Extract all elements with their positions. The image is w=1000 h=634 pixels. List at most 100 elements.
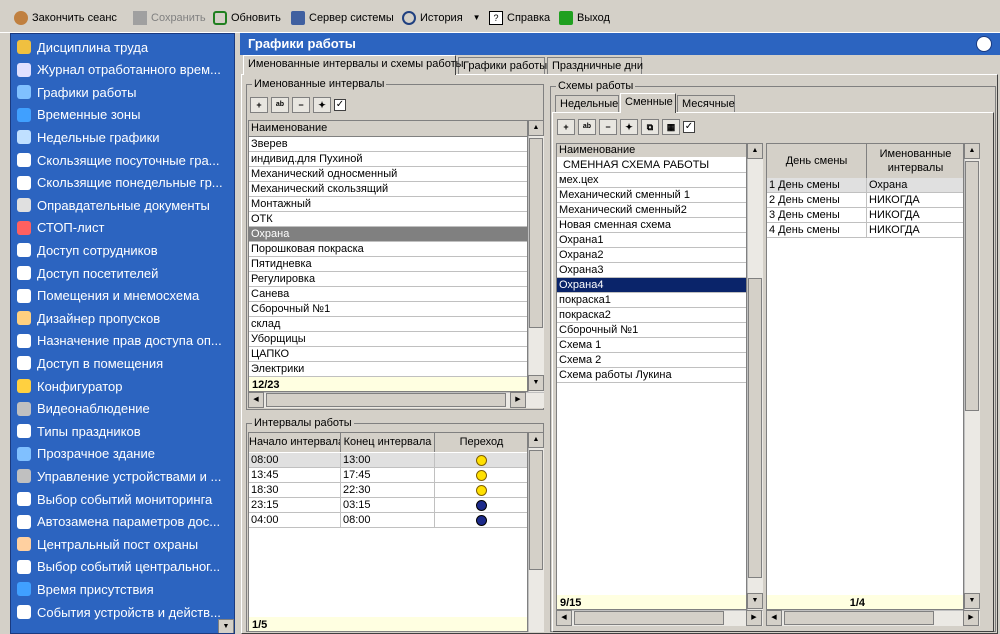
copy-icon[interactable]: ⧉	[641, 119, 659, 135]
delete-icon[interactable]: −	[599, 119, 617, 135]
refresh-button[interactable]: Обновить	[213, 10, 281, 26]
table-row[interactable]: Новая сменная схема	[557, 218, 746, 233]
sidebar-item[interactable]: Типы праздников	[17, 421, 231, 441]
scroll-thumb[interactable]	[529, 138, 543, 328]
named-intervals-vscroll[interactable]: ▲ ▼	[528, 120, 544, 392]
schedule-icon[interactable]: ▦	[662, 119, 680, 135]
sidebar-item[interactable]: Прозрачное здание	[17, 444, 231, 464]
scroll-left-icon[interactable]: ◀	[556, 610, 572, 626]
table-row[interactable]: Порошковая покраска	[249, 242, 527, 257]
table-row[interactable]: 2 День смены НИКОГДА	[767, 193, 963, 208]
sidebar-scroll-down[interactable]: ▼	[218, 619, 234, 633]
sidebar-item[interactable]: Выбор событий центральног...	[17, 557, 231, 577]
sidebar-item[interactable]: Выбор событий мониторинга	[17, 489, 231, 509]
tab-named-intervals[interactable]: Именованные интервалы и схемы работы	[243, 55, 464, 75]
table-row[interactable]: 13:45 17:45	[249, 468, 527, 483]
scroll-thumb[interactable]	[748, 278, 762, 578]
table-row[interactable]: ЦАПКО	[249, 347, 527, 362]
sidebar-item[interactable]: Конфигуратор	[17, 376, 231, 396]
table-row[interactable]: Механический сменный 1	[557, 188, 746, 203]
rename-icon[interactable]: ab	[578, 119, 596, 135]
table-row[interactable]: 1 День смены Охрана	[767, 178, 963, 193]
scroll-right-icon[interactable]: ▶	[963, 610, 979, 626]
scroll-down-icon[interactable]: ▼	[964, 593, 980, 609]
scroll-down-icon[interactable]: ▼	[747, 593, 763, 609]
shift-days-vscroll[interactable]: ▲ ▼	[964, 143, 980, 610]
table-row[interactable]: Механический скользящий	[249, 182, 527, 197]
add-icon[interactable]: +	[250, 97, 268, 113]
table-row[interactable]: Монтажный	[249, 197, 527, 212]
hscroll-thumb[interactable]	[574, 611, 724, 625]
tab-work-schedules[interactable]: Графики работы	[458, 57, 547, 75]
table-row[interactable]: Схема 2	[557, 353, 746, 368]
add-icon[interactable]: +	[557, 119, 575, 135]
table-row[interactable]: покраска2	[557, 308, 746, 323]
subtab-monthly[interactable]: Месячные	[677, 95, 735, 113]
scroll-up-icon[interactable]: ▲	[964, 143, 980, 159]
table-row[interactable]: Механический односменный	[249, 167, 527, 182]
sidebar-item[interactable]: Центральный пост охраны	[17, 534, 231, 554]
table-row[interactable]: Санева	[249, 287, 527, 302]
table-row[interactable]: склад	[249, 317, 527, 332]
exit-button[interactable]: Выход	[559, 10, 610, 26]
schemes-vscroll[interactable]: ▲ ▼	[747, 143, 763, 610]
subtab-shift[interactable]: Сменные	[620, 93, 676, 113]
work-intervals-vscroll[interactable]: ▲	[528, 432, 544, 632]
table-row[interactable]: Охрана3	[557, 263, 746, 278]
table-row[interactable]: 04:00 08:00	[249, 513, 527, 528]
scroll-up-icon[interactable]: ▲	[747, 143, 763, 159]
table-row[interactable]: Регулировка	[249, 272, 527, 287]
sidebar-item[interactable]: Доступ в помещения	[17, 353, 231, 373]
table-row[interactable]: 4 День смены НИКОГДА	[767, 223, 963, 238]
sidebar-item[interactable]: Дизайнер пропусков	[17, 308, 231, 328]
hscroll-thumb[interactable]	[784, 611, 934, 625]
table-row[interactable]: 23:15 03:15	[249, 498, 527, 513]
scroll-thumb[interactable]	[965, 161, 979, 411]
scroll-up-icon[interactable]: ▲	[528, 120, 544, 136]
rename-icon[interactable]: ab	[271, 97, 289, 113]
named-intervals-hscroll[interactable]: ◀ ▶	[248, 392, 544, 408]
save-button[interactable]: Сохранить	[133, 10, 206, 26]
sidebar-item[interactable]: Временные зоны	[17, 105, 231, 125]
sidebar-item[interactable]: Управление устройствами и ...	[17, 466, 231, 486]
table-row[interactable]: индивид.для Пухиной	[249, 152, 527, 167]
table-row[interactable]: Сборочный №1	[249, 302, 527, 317]
table-row[interactable]: мех.цех	[557, 173, 746, 188]
sidebar-item[interactable]: Назначение прав доступа оп...	[17, 331, 231, 351]
filter-checkbox[interactable]: ✓	[334, 99, 346, 111]
table-row[interactable]: Пятидневка	[249, 257, 527, 272]
sidebar-item[interactable]: Видеонаблюдение	[17, 399, 231, 419]
table-row[interactable]: Зверев	[249, 137, 527, 152]
subtab-weekly[interactable]: Недельные	[555, 95, 619, 113]
table-row[interactable]: Уборщицы	[249, 332, 527, 347]
filter-checkbox[interactable]: ✓	[683, 121, 695, 133]
table-row[interactable]: Сборочный №1	[557, 323, 746, 338]
shift-days-hscroll[interactable]: ◀ ▶	[766, 610, 980, 626]
wand-icon[interactable]: ✦	[620, 119, 638, 135]
scroll-down-icon[interactable]: ▼	[528, 375, 544, 391]
table-row[interactable]: 3 День смены НИКОГДА	[767, 208, 963, 223]
table-row[interactable]: ОТК	[249, 212, 527, 227]
sidebar-item[interactable]: Помещения и мнемосхема	[17, 286, 231, 306]
sidebar-item[interactable]: Скользящие понедельные гр...	[17, 173, 231, 193]
sidebar-item[interactable]: Автозамена параметров дос...	[17, 512, 231, 532]
scroll-up-icon[interactable]: ▲	[528, 432, 544, 448]
sidebar-item[interactable]: Доступ сотрудников	[17, 240, 231, 260]
table-row[interactable]: Охрана2	[557, 248, 746, 263]
history-button[interactable]: История ▼	[402, 10, 481, 26]
table-row[interactable]: Охрана4	[557, 278, 746, 293]
end-session-button[interactable]: Закончить сеанс	[14, 10, 117, 26]
wand-icon[interactable]: ✦	[313, 97, 331, 113]
delete-icon[interactable]: −	[292, 97, 310, 113]
scroll-left-icon[interactable]: ◀	[248, 392, 264, 408]
table-row[interactable]: 18:30 22:30	[249, 483, 527, 498]
sidebar-item[interactable]: Доступ посетителей	[17, 263, 231, 283]
help-button[interactable]: ? Справка	[489, 10, 550, 26]
sidebar-item[interactable]: СТОП-лист	[17, 218, 231, 238]
scroll-left-icon[interactable]: ◀	[766, 610, 782, 626]
schemes-hscroll[interactable]: ◀ ▶	[556, 610, 763, 626]
scroll-right-icon[interactable]: ▶	[510, 392, 526, 408]
server-button[interactable]: Сервер системы	[291, 10, 394, 26]
sidebar-item[interactable]: Графики работы	[17, 82, 231, 102]
info-icon[interactable]	[976, 36, 992, 52]
